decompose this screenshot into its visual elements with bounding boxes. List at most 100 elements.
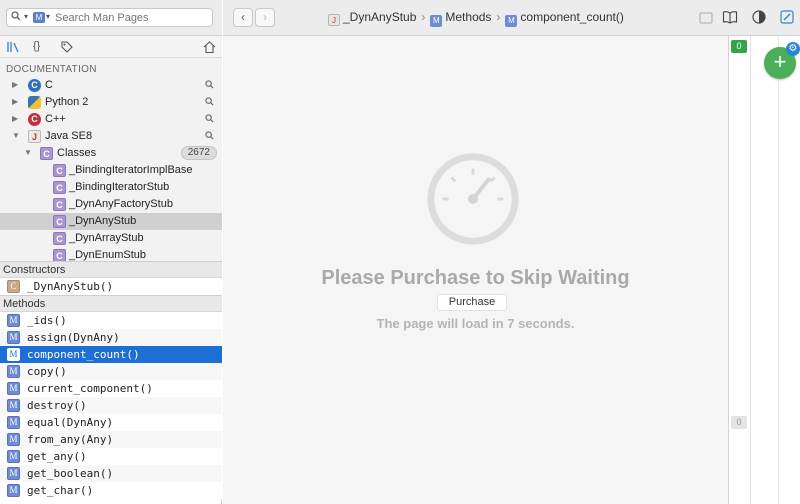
speedometer-icon — [427, 153, 519, 245]
docset-label: C++ — [45, 113, 66, 125]
class-item[interactable]: C _DynArrayStub — [0, 230, 222, 247]
purchase-button[interactable]: Purchase — [437, 294, 507, 311]
docset-search-icon[interactable] — [205, 114, 214, 123]
method-icon: M — [7, 450, 20, 463]
book-icon[interactable] — [722, 9, 738, 25]
scope-chevron-icon[interactable]: ▾ — [46, 12, 50, 21]
method-icon: M — [7, 331, 20, 344]
disclosure-down-icon[interactable]: ▼ — [12, 131, 20, 140]
class-item-label: _BindingIteratorStub — [69, 181, 170, 193]
class-item[interactable]: C _DynEnumStub — [0, 247, 222, 261]
method-row[interactable]: M get_char() — [0, 482, 222, 499]
class-item[interactable]: C _BindingIteratorImplBase — [0, 162, 222, 179]
gear-icon[interactable]: ⚙ — [786, 42, 800, 56]
classes-count-badge: 2672 — [180, 146, 217, 160]
annotations-panel — [728, 36, 800, 504]
constructor-row[interactable]: C _DynAnyStub() — [0, 278, 222, 295]
docset-search-icon[interactable] — [205, 97, 214, 106]
method-row[interactable]: M get_boolean() — [0, 465, 222, 482]
docset-label: Python 2 — [45, 96, 89, 108]
docset-row-java[interactable]: ▼ J Java SE8 — [0, 128, 222, 145]
method-label: from_any(Any) — [27, 433, 114, 446]
class-item-label: _DynArrayStub — [69, 232, 144, 244]
class-icon: C — [53, 164, 66, 177]
method-icon: M — [7, 314, 20, 327]
methods-header: Methods — [0, 295, 222, 312]
method-row[interactable]: M copy() — [0, 363, 222, 380]
home-icon[interactable] — [203, 40, 216, 54]
method-label: get_any() — [27, 450, 87, 463]
method-icon: M — [7, 382, 20, 395]
method-label: equal(DynAny) — [27, 416, 114, 429]
wait-countdown-text: The page will load in 7 seconds. — [376, 316, 575, 331]
method-icon: M — [7, 416, 20, 429]
docset-scope-icon[interactable]: M — [33, 12, 45, 23]
sidebar: ▾ M ▾ {} DOCUMENTATION — [0, 0, 222, 504]
method-label: _ids() — [27, 314, 67, 327]
breadcrumb-class[interactable]: _DynAnyStub — [343, 10, 416, 24]
class-icon: C — [53, 215, 66, 228]
method-icon: M — [7, 348, 20, 361]
breadcrumb-separator: › — [496, 10, 501, 24]
breadcrumb-method[interactable]: component_count() — [520, 10, 623, 24]
class-item-label: _DynAnyStub — [69, 215, 137, 227]
method-label: get_boolean() — [27, 467, 114, 480]
symbols-tab-icon[interactable]: {} — [33, 40, 40, 54]
method-label: get_char() — [27, 484, 94, 497]
back-button[interactable]: ‹ — [233, 8, 253, 27]
class-icon: C — [40, 147, 53, 160]
class-item-label: _BindingIteratorImplBase — [69, 164, 193, 176]
panel-divider — [750, 36, 751, 504]
share-icon[interactable] — [698, 9, 714, 25]
disclosure-down-icon[interactable]: ▼ — [24, 148, 32, 157]
method-row[interactable]: M _ids() — [0, 312, 222, 329]
cpp-icon: C — [28, 113, 41, 126]
disclosure-right-icon[interactable]: ▶ — [12, 114, 18, 123]
java-icon: J — [328, 14, 340, 26]
disclosure-right-icon[interactable]: ▶ — [12, 97, 18, 106]
method-row[interactable]: M equal(DynAny) — [0, 414, 222, 431]
library-icon[interactable] — [6, 40, 20, 54]
constructor-icon: C — [7, 280, 20, 293]
search-options-chevron-icon[interactable]: ▾ — [24, 12, 28, 21]
class-item-label: _DynAnyFactoryStub — [69, 198, 173, 210]
forward-button[interactable]: › — [255, 8, 275, 27]
docset-search-icon[interactable] — [205, 80, 214, 89]
method-icon: M — [7, 433, 20, 446]
search-input[interactable] — [55, 10, 205, 25]
method-icon: M — [505, 15, 518, 27]
search-field[interactable]: ▾ M ▾ — [6, 8, 213, 27]
docset-search-icon[interactable] — [205, 131, 214, 140]
tag-icon[interactable] — [61, 40, 73, 54]
method-row[interactable]: M get_any() — [0, 448, 222, 465]
method-icon: M — [430, 15, 443, 27]
method-row[interactable]: M from_any(Any) — [0, 431, 222, 448]
disclosure-right-icon[interactable]: ▶ — [12, 80, 18, 89]
app-window: ▾ M ▾ {} DOCUMENTATION — [0, 0, 800, 504]
classes-group-row[interactable]: ▼ C Classes 2672 — [0, 145, 222, 162]
method-row[interactable]: M current_component() — [0, 380, 222, 397]
class-icon: C — [53, 198, 66, 211]
class-item[interactable]: C _DynAnyFactoryStub — [0, 196, 222, 213]
method-row[interactable]: M destroy() — [0, 397, 222, 414]
constructors-header-label: Constructors — [3, 264, 66, 276]
class-item[interactable]: C _BindingIteratorStub — [0, 179, 222, 196]
docset-row-python[interactable]: ▶ Python 2 — [0, 94, 222, 111]
constructors-header: Constructors — [0, 261, 222, 278]
method-row[interactable]: M assign(DynAny) — [0, 329, 222, 346]
classes-label: Classes — [57, 147, 97, 159]
breadcrumb-methods[interactable]: Methods — [445, 10, 491, 24]
sidebar-tabbar: {} — [0, 36, 222, 58]
method-label: copy() — [27, 365, 67, 378]
method-label: destroy() — [27, 399, 87, 412]
class-icon: C — [53, 249, 66, 261]
docset-row-c[interactable]: ▶ C C — [0, 77, 222, 94]
docset-label: Java SE8 — [45, 130, 93, 142]
class-item-selected[interactable]: C _DynAnyStub — [0, 213, 222, 230]
method-icon: M — [7, 399, 20, 412]
annotation-count-badge: 0 — [731, 416, 747, 429]
contrast-icon[interactable] — [751, 9, 767, 25]
annotate-icon[interactable] — [779, 9, 795, 25]
method-row-selected[interactable]: M component_count() — [0, 346, 222, 363]
docset-row-cpp[interactable]: ▶ C C++ — [0, 111, 222, 128]
